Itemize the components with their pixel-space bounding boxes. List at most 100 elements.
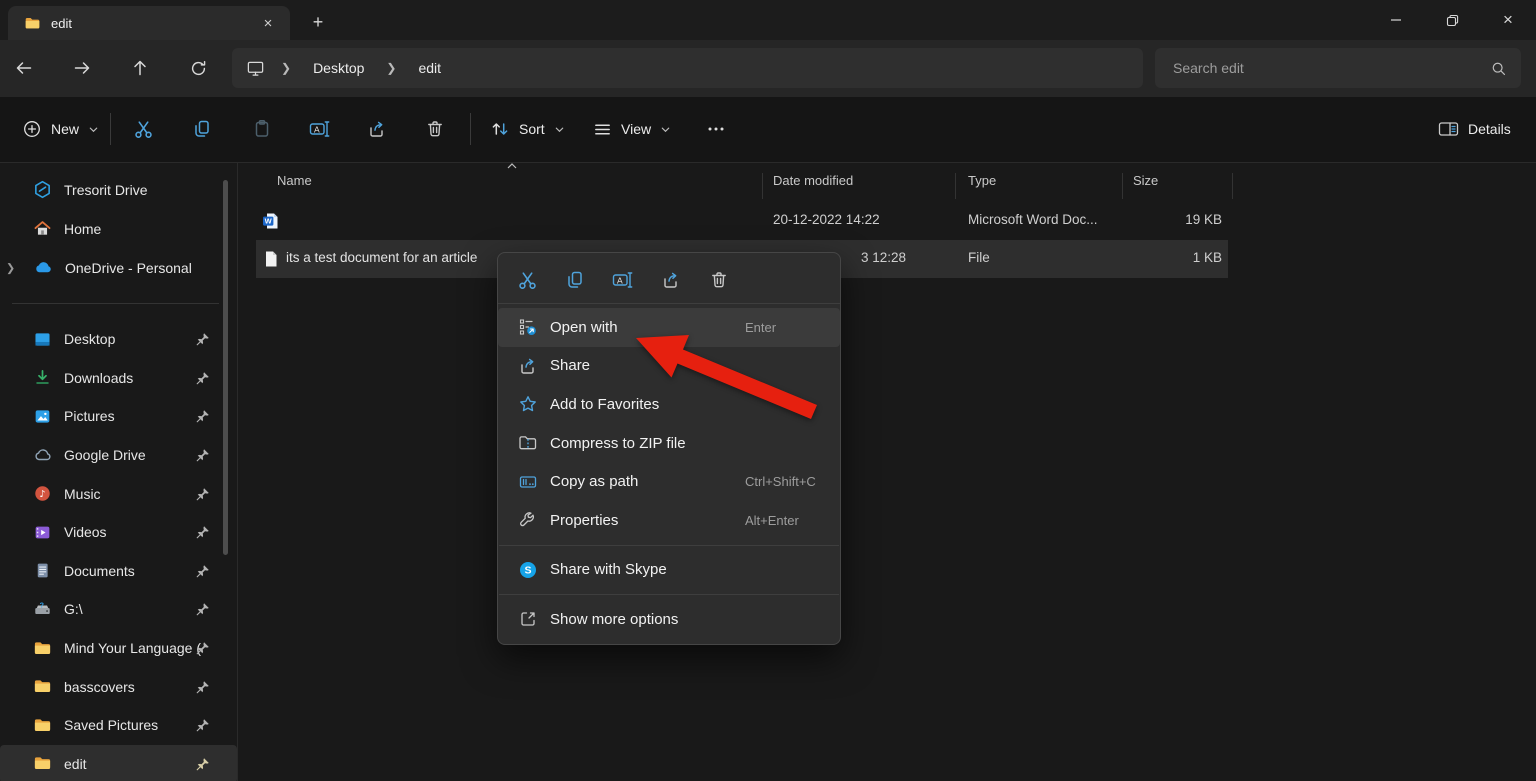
breadcrumb-item-edit[interactable]: edit xyxy=(412,58,447,78)
chevron-down-icon xyxy=(554,124,565,135)
sidebar-scrollbar[interactable] xyxy=(223,180,228,555)
cut-button[interactable] xyxy=(507,261,547,299)
show-more-options-icon xyxy=(516,609,540,629)
explorer-tab[interactable]: edit × xyxy=(8,6,290,40)
delete-button[interactable] xyxy=(699,261,739,299)
file-name: its a test document for an article xyxy=(286,250,477,265)
wrench-icon xyxy=(516,510,540,530)
rename-button[interactable]: A xyxy=(298,109,342,149)
downloads-icon xyxy=(33,368,52,387)
cut-icon xyxy=(517,270,538,291)
forward-button[interactable] xyxy=(62,49,102,87)
menu-item-add-to-favorites[interactable]: Add to Favorites xyxy=(498,385,840,424)
menu-item-label: Open with xyxy=(550,319,618,336)
sidebar-item-edit[interactable]: edit xyxy=(0,745,237,781)
up-button[interactable] xyxy=(120,49,160,87)
paste-button[interactable] xyxy=(240,109,284,149)
tab-close-icon[interactable]: × xyxy=(256,11,280,35)
menu-item-label: Share xyxy=(550,357,590,374)
tresorit-drive-icon xyxy=(33,180,52,199)
chevron-right-icon: ❯ xyxy=(376,61,406,75)
folder-icon xyxy=(24,15,41,32)
menu-item-properties[interactable]: Properties Alt+Enter xyxy=(498,501,840,540)
sort-button[interactable]: Sort xyxy=(482,109,573,149)
rename-icon: A xyxy=(612,270,634,290)
sidebar-item-tresorit-drive[interactable]: Tresorit Drive xyxy=(0,170,237,209)
sidebar-item-google-drive[interactable]: Google Drive xyxy=(0,436,237,475)
cut-button[interactable] xyxy=(121,109,165,149)
copy-button[interactable] xyxy=(180,109,224,149)
new-button[interactable]: New xyxy=(14,109,107,149)
delete-button[interactable] xyxy=(413,109,457,149)
sidebar-item-mind-your-language[interactable]: Mind Your Language ( xyxy=(0,629,237,668)
copy-button[interactable] xyxy=(555,261,595,299)
menu-item-show-more-options[interactable]: Show more options xyxy=(498,600,840,639)
details-button[interactable]: Details xyxy=(1430,109,1519,149)
search-box[interactable]: Search edit xyxy=(1155,48,1521,88)
svg-text:S: S xyxy=(524,564,531,576)
menu-item-label: Properties xyxy=(550,512,618,529)
sidebar-item-music[interactable]: ♪ Music xyxy=(0,474,237,513)
sidebar-item-home[interactable]: Home xyxy=(0,209,237,248)
pin-icon xyxy=(196,718,210,732)
column-header-name[interactable]: Name xyxy=(277,173,312,188)
expand-chevron-icon[interactable]: ❯ xyxy=(6,261,15,274)
menu-item-shortcut: Alt+Enter xyxy=(745,513,799,528)
trash-icon xyxy=(709,270,729,290)
title-bar: edit × + × xyxy=(0,0,1536,40)
sidebar-item-basscovers[interactable]: basscovers xyxy=(0,667,237,706)
this-pc-icon[interactable] xyxy=(246,59,265,78)
pin-icon xyxy=(196,332,210,346)
view-button[interactable]: View xyxy=(585,109,679,149)
share-button[interactable] xyxy=(651,261,691,299)
sidebar-item-downloads[interactable]: Downloads xyxy=(0,359,237,398)
menu-item-share[interactable]: Share xyxy=(498,347,840,386)
view-button-label: View xyxy=(621,121,651,137)
rename-button[interactable]: A xyxy=(603,261,643,299)
close-button[interactable]: × xyxy=(1480,0,1536,40)
sidebar-item-videos[interactable]: Videos xyxy=(0,513,237,552)
column-header-size[interactable]: Size xyxy=(1133,173,1158,188)
refresh-button[interactable] xyxy=(178,49,218,87)
skype-icon: S xyxy=(516,560,540,580)
menu-item-share-with-skype[interactable]: S Share with Skype xyxy=(498,551,840,590)
breadcrumb[interactable]: ❯ Desktop ❯ edit xyxy=(232,48,1143,88)
svg-text:?: ? xyxy=(40,601,44,609)
context-menu: A Open with Enter Share Add to Favorites xyxy=(497,252,841,645)
share-button[interactable] xyxy=(355,109,399,149)
minimize-button[interactable] xyxy=(1368,0,1424,40)
sidebar-item-documents[interactable]: Documents xyxy=(0,552,237,591)
svg-text:A: A xyxy=(617,275,623,285)
restore-button[interactable] xyxy=(1424,0,1480,40)
breadcrumb-item-desktop[interactable]: Desktop xyxy=(307,58,370,78)
sidebar-item-onedrive[interactable]: ❯ OneDrive - Personal xyxy=(0,248,237,287)
sidebar-item-label: OneDrive - Personal xyxy=(65,260,227,276)
share-icon xyxy=(367,119,387,139)
new-button-label: New xyxy=(51,121,79,137)
search-icon[interactable] xyxy=(1490,60,1507,77)
column-header-date-modified[interactable]: Date modified xyxy=(773,173,853,188)
new-tab-button[interactable]: + xyxy=(303,10,333,34)
menu-item-compress-to-zip[interactable]: Compress to ZIP file xyxy=(498,424,840,463)
documents-icon xyxy=(33,561,52,580)
column-header-type[interactable]: Type xyxy=(968,173,996,188)
navigation-bar: ❯ Desktop ❯ edit Search edit xyxy=(0,40,1536,97)
sidebar-item-g-drive[interactable]: ? G:\ xyxy=(0,590,237,629)
rename-icon: A xyxy=(309,119,331,139)
pin-icon xyxy=(196,680,210,694)
menu-item-open-with[interactable]: Open with Enter xyxy=(498,308,840,347)
desktop-icon xyxy=(33,330,52,349)
sidebar-item-label: Home xyxy=(64,221,227,237)
menu-item-copy-as-path[interactable]: Copy as path Ctrl+Shift+C xyxy=(498,462,840,501)
file-icon xyxy=(262,250,280,268)
menu-separator xyxy=(499,545,839,546)
folder-icon xyxy=(33,677,52,696)
sidebar-item-pictures[interactable]: Pictures xyxy=(0,397,237,436)
sidebar-item-desktop[interactable]: Desktop xyxy=(0,320,237,359)
copy-icon xyxy=(192,119,212,139)
more-options-button[interactable] xyxy=(694,109,738,149)
chevron-down-icon xyxy=(88,124,99,135)
back-button[interactable] xyxy=(4,49,44,87)
file-row-word-document[interactable]: W 20-12-2022 14:22 Microsoft Word Doc...… xyxy=(256,202,1228,240)
sidebar-item-saved-pictures[interactable]: Saved Pictures xyxy=(0,706,237,745)
